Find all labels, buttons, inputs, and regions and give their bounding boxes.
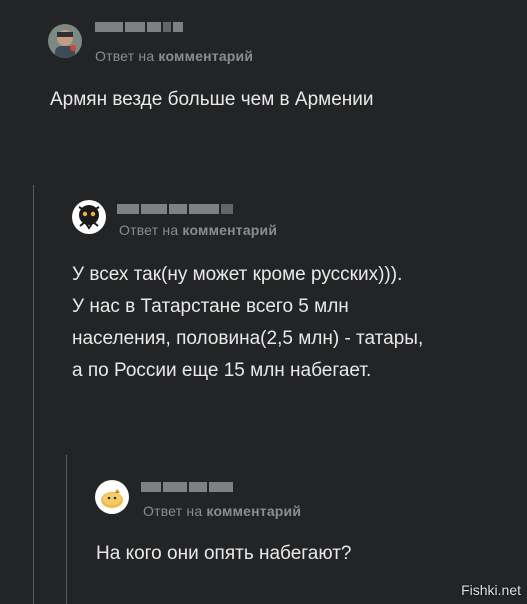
reply-meta: Ответ на комментарий bbox=[143, 503, 301, 519]
reply-target-link[interactable]: комментарий bbox=[182, 222, 277, 238]
watermark: Fishki.net bbox=[461, 582, 521, 598]
avatar[interactable] bbox=[72, 200, 106, 234]
reply-prefix: Ответ на bbox=[95, 48, 155, 64]
reply-target-link[interactable]: комментарий bbox=[158, 48, 253, 64]
avatar[interactable] bbox=[95, 480, 129, 514]
reply-meta: Ответ на комментарий bbox=[95, 48, 253, 64]
reply-prefix: Ответ на bbox=[119, 222, 179, 238]
comment-text: Армян везде больше чем в Армении bbox=[50, 89, 374, 110]
comment-text: На кого они опять набегают? bbox=[96, 543, 352, 564]
thread-line-level-1 bbox=[33, 185, 34, 604]
reply-meta: Ответ на комментарий bbox=[119, 222, 277, 238]
reply-prefix: Ответ на bbox=[143, 503, 203, 519]
avatar[interactable] bbox=[48, 24, 82, 58]
username-redacted[interactable] bbox=[141, 482, 233, 492]
reply-target-link[interactable]: комментарий bbox=[206, 503, 301, 519]
comment-text: У всех так(ну может кроме русских))). У … bbox=[72, 264, 424, 381]
username-redacted[interactable] bbox=[95, 22, 183, 32]
username-redacted[interactable] bbox=[117, 204, 233, 214]
thread-line-level-2 bbox=[66, 455, 67, 604]
